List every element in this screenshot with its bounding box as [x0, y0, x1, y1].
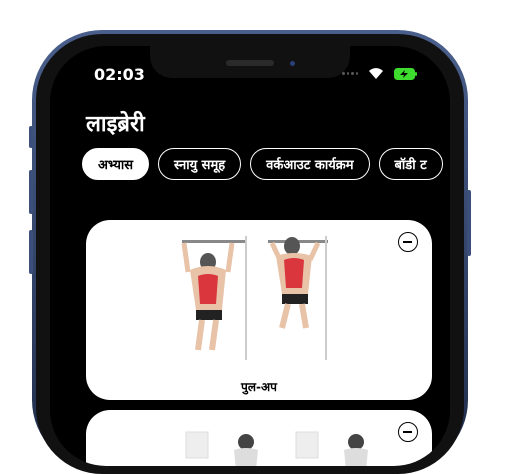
tab-muscle-groups[interactable]: स्नायु समूह — [158, 148, 242, 180]
screen: 02:03 लाइब्रेरी अभ्यास स्नायु समूह वर्कआ… — [50, 46, 450, 466]
exercise-name: पुल-अप — [241, 380, 277, 394]
battery-charging-icon — [394, 68, 417, 80]
exercise-card[interactable] — [86, 410, 432, 466]
tab-bodyweight[interactable]: बॉडी ट — [378, 148, 443, 180]
exercise-illustration — [185, 431, 368, 466]
tab-workout-programs[interactable]: वर्कआउट कार्यक्रम — [250, 148, 370, 180]
remove-icon[interactable] — [398, 422, 418, 442]
wifi-icon — [369, 68, 383, 79]
volume-down-button — [29, 230, 33, 274]
page-title: लाइब्रेरी — [86, 112, 145, 137]
remove-icon[interactable] — [398, 232, 418, 252]
tab-exercises[interactable]: अभ्यास — [82, 148, 150, 180]
pull-up-illustration — [181, 236, 328, 360]
category-tabs: अभ्यास स्नायु समूह वर्कआउट कार्यक्रम बॉड… — [82, 148, 443, 180]
speaker — [226, 60, 274, 66]
power-button — [467, 190, 471, 256]
mute-switch — [29, 126, 33, 148]
volume-up-button — [29, 170, 33, 214]
exercise-card[interactable]: पुल-अप — [86, 220, 432, 400]
camera — [290, 61, 295, 66]
signal-dots-icon — [342, 72, 358, 76]
status-time: 02:03 — [94, 65, 145, 84]
